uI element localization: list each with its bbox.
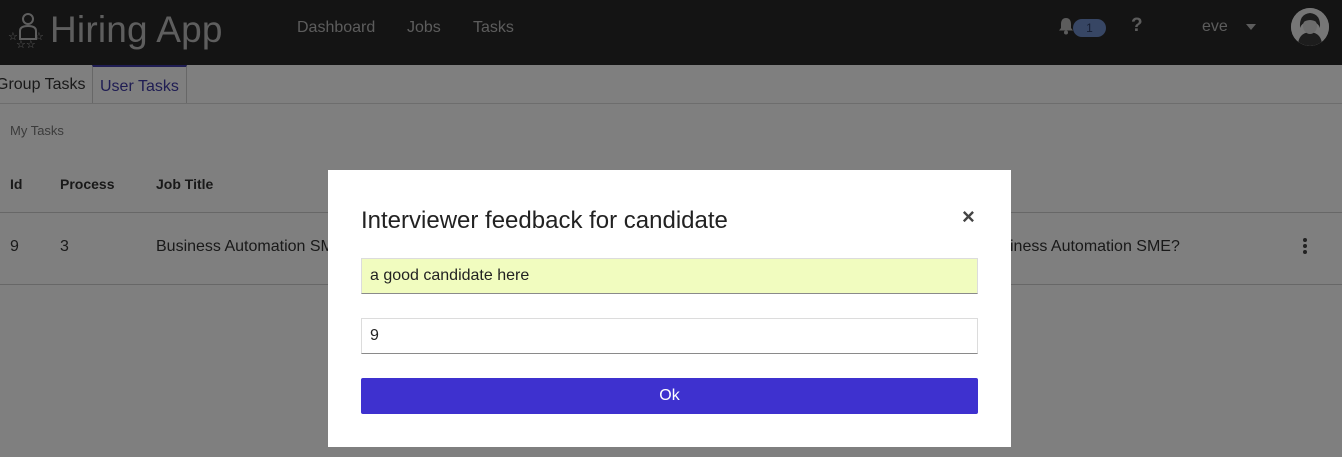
ok-button[interactable]: Ok <box>361 378 978 414</box>
close-icon[interactable]: × <box>962 204 975 230</box>
feedback-input[interactable] <box>361 258 978 294</box>
modal-title: Interviewer feedback for candidate <box>361 207 728 234</box>
feedback-modal: Interviewer feedback for candidate × Ok <box>328 170 1011 447</box>
score-input[interactable] <box>361 318 978 354</box>
